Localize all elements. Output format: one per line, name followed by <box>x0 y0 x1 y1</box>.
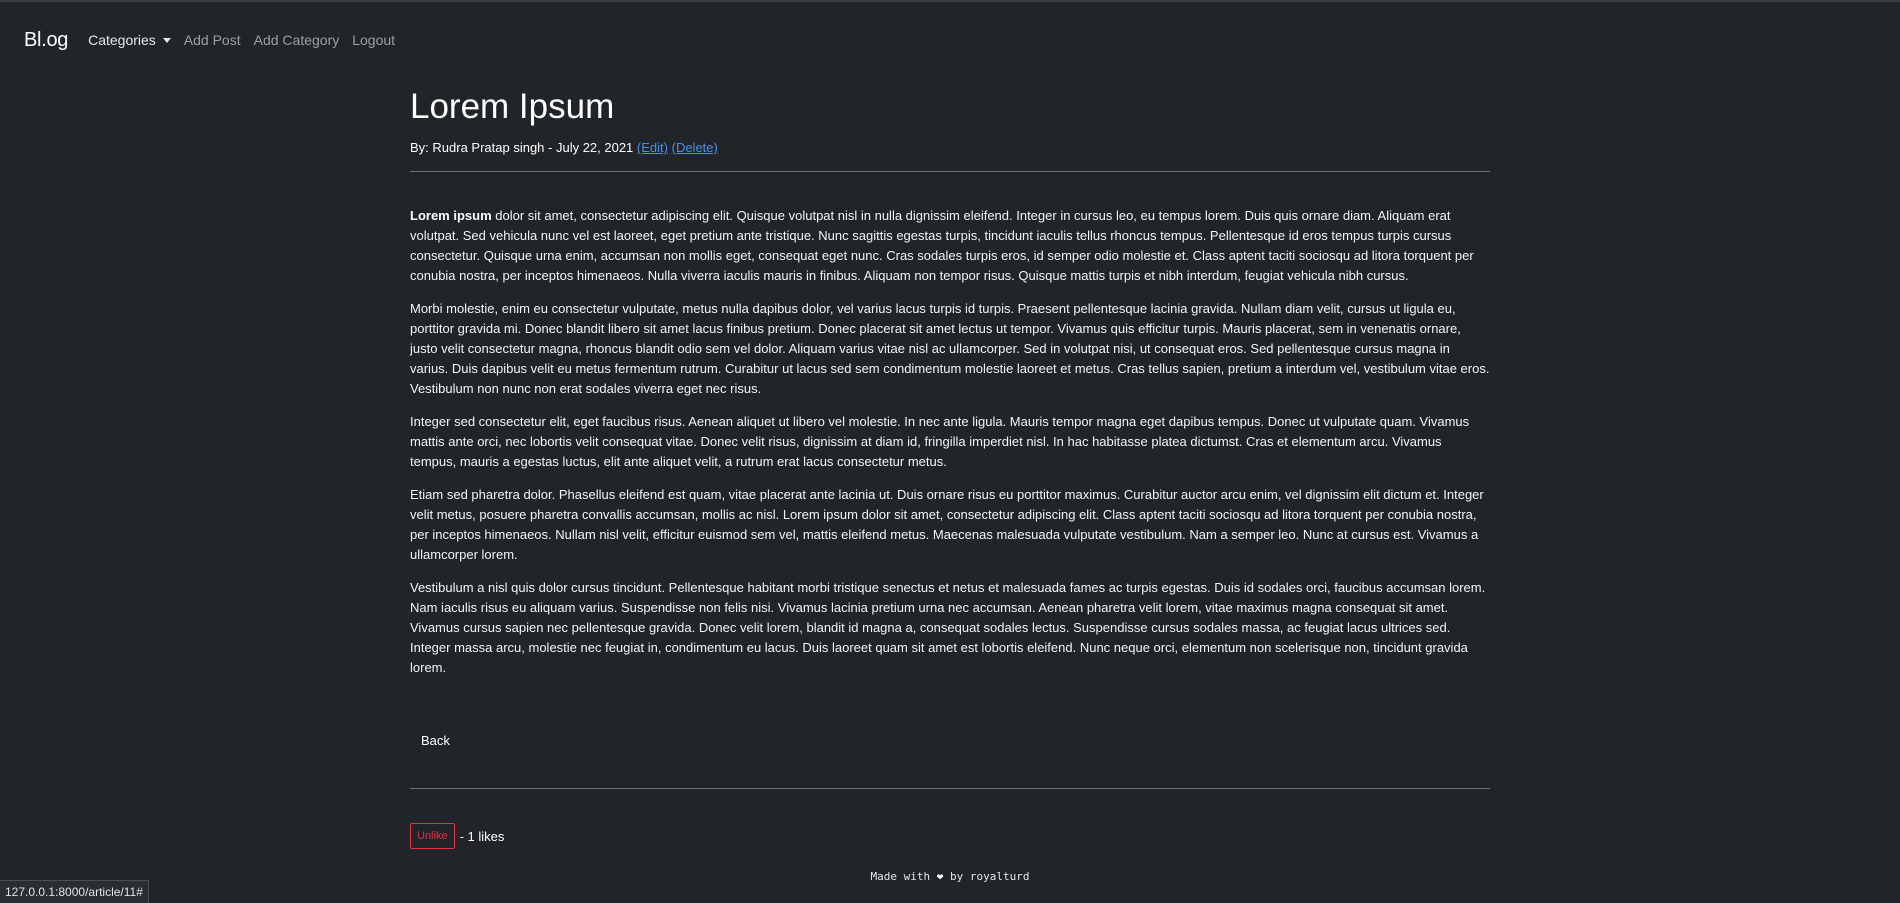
like-section: Unlike - 1 likes <box>410 823 504 849</box>
likes-count: - 1 likes <box>459 828 505 844</box>
edit-link[interactable]: (Edit) <box>637 140 668 155</box>
footer: Made with ❤ by royalturd <box>0 870 1900 883</box>
caret-down-icon <box>162 37 171 43</box>
brand-logo[interactable]: Bl.og <box>24 29 68 52</box>
categories-dropdown[interactable]: Categories <box>88 32 171 48</box>
article-paragraph: Etiam sed pharetra dolor. Phasellus elei… <box>410 487 1484 562</box>
delete-link[interactable]: (Delete) <box>672 140 718 155</box>
article-paragraph: Vestibulum a nisl quis dolor cursus tinc… <box>410 580 1486 675</box>
article-byline: By: Rudra Pratap singh - July 22, 2021 (… <box>410 140 1490 155</box>
author-date: By: Rudra Pratap singh - July 22, 2021 <box>410 140 634 155</box>
add-post-link[interactable]: Add Post <box>184 32 241 48</box>
divider <box>410 171 1490 172</box>
footer-made-with: Made with <box>870 870 931 883</box>
status-bar-url: 127.0.0.1:8000/article/11# <box>0 880 149 903</box>
article-paragraph: Integer sed consectetur elit, eget fauci… <box>410 414 1470 469</box>
lead-bold: Lorem ipsum <box>410 208 492 223</box>
categories-label: Categories <box>88 32 156 48</box>
add-category-link[interactable]: Add Category <box>254 32 340 48</box>
article-paragraph: Morbi molestie, enim eu consectetur vulp… <box>410 301 1490 396</box>
article-title: Lorem Ipsum <box>410 87 615 126</box>
article-body: Lorem ipsum dolor sit amet, consectetur … <box>410 206 1490 678</box>
article-paragraph: Lorem ipsum dolor sit amet, consectetur … <box>410 208 1474 283</box>
unlike-button[interactable]: Unlike <box>410 823 455 849</box>
navbar: Bl.og Categories Add Post Add Category L… <box>0 2 1900 78</box>
back-button[interactable]: Back <box>410 727 461 753</box>
logout-link[interactable]: Logout <box>352 32 395 48</box>
heart-icon: ❤ <box>936 870 944 883</box>
divider <box>410 788 1490 789</box>
footer-author: by royalturd <box>950 870 1030 883</box>
article-container: Lorem Ipsum By: Rudra Pratap singh - Jul… <box>410 82 1490 691</box>
